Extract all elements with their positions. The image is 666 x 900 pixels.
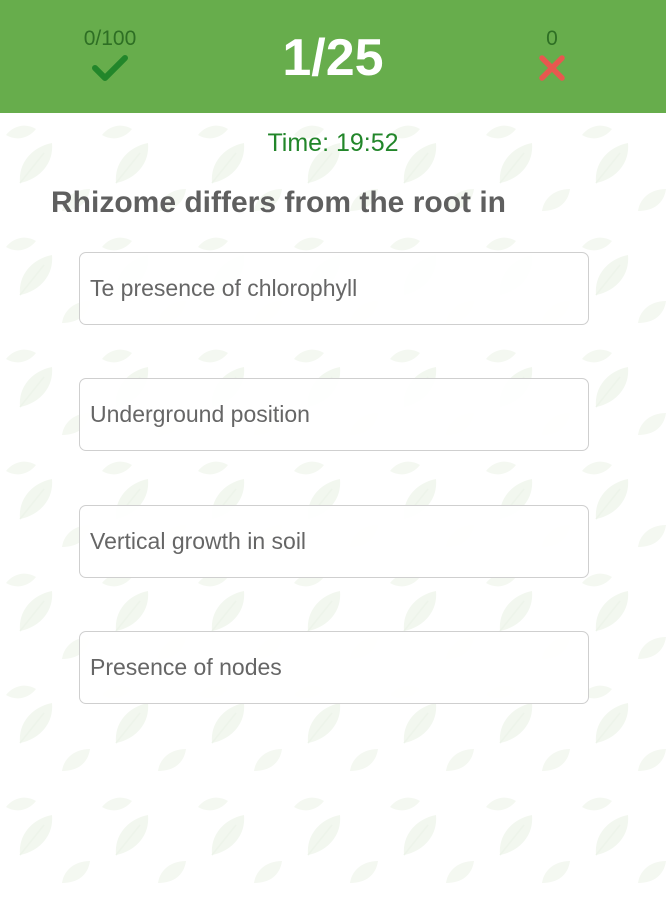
wrong-count: 0 xyxy=(546,27,558,50)
answer-option-4[interactable]: Presence of nodes xyxy=(79,631,589,704)
top-score-bar: 0/100 1/25 0 xyxy=(0,0,666,113)
answer-option-label: Presence of nodes xyxy=(90,654,282,680)
answer-option-label: Underground position xyxy=(90,401,310,427)
wrong-score-block: 0 xyxy=(520,26,584,82)
question-text: Rhizome differs from the root in xyxy=(51,186,507,219)
answer-option-label: Vertical growth in soil xyxy=(90,528,307,554)
quiz-timer: Time: 19:52 xyxy=(267,129,399,157)
answer-option-2[interactable]: Underground position xyxy=(79,378,589,451)
answer-option-3[interactable]: Vertical growth in soil xyxy=(79,505,589,578)
answer-option-label: Te presence of chlorophyll xyxy=(90,275,358,301)
cross-icon xyxy=(539,55,565,81)
answer-option-1[interactable]: Te presence of chlorophyll xyxy=(79,252,589,325)
